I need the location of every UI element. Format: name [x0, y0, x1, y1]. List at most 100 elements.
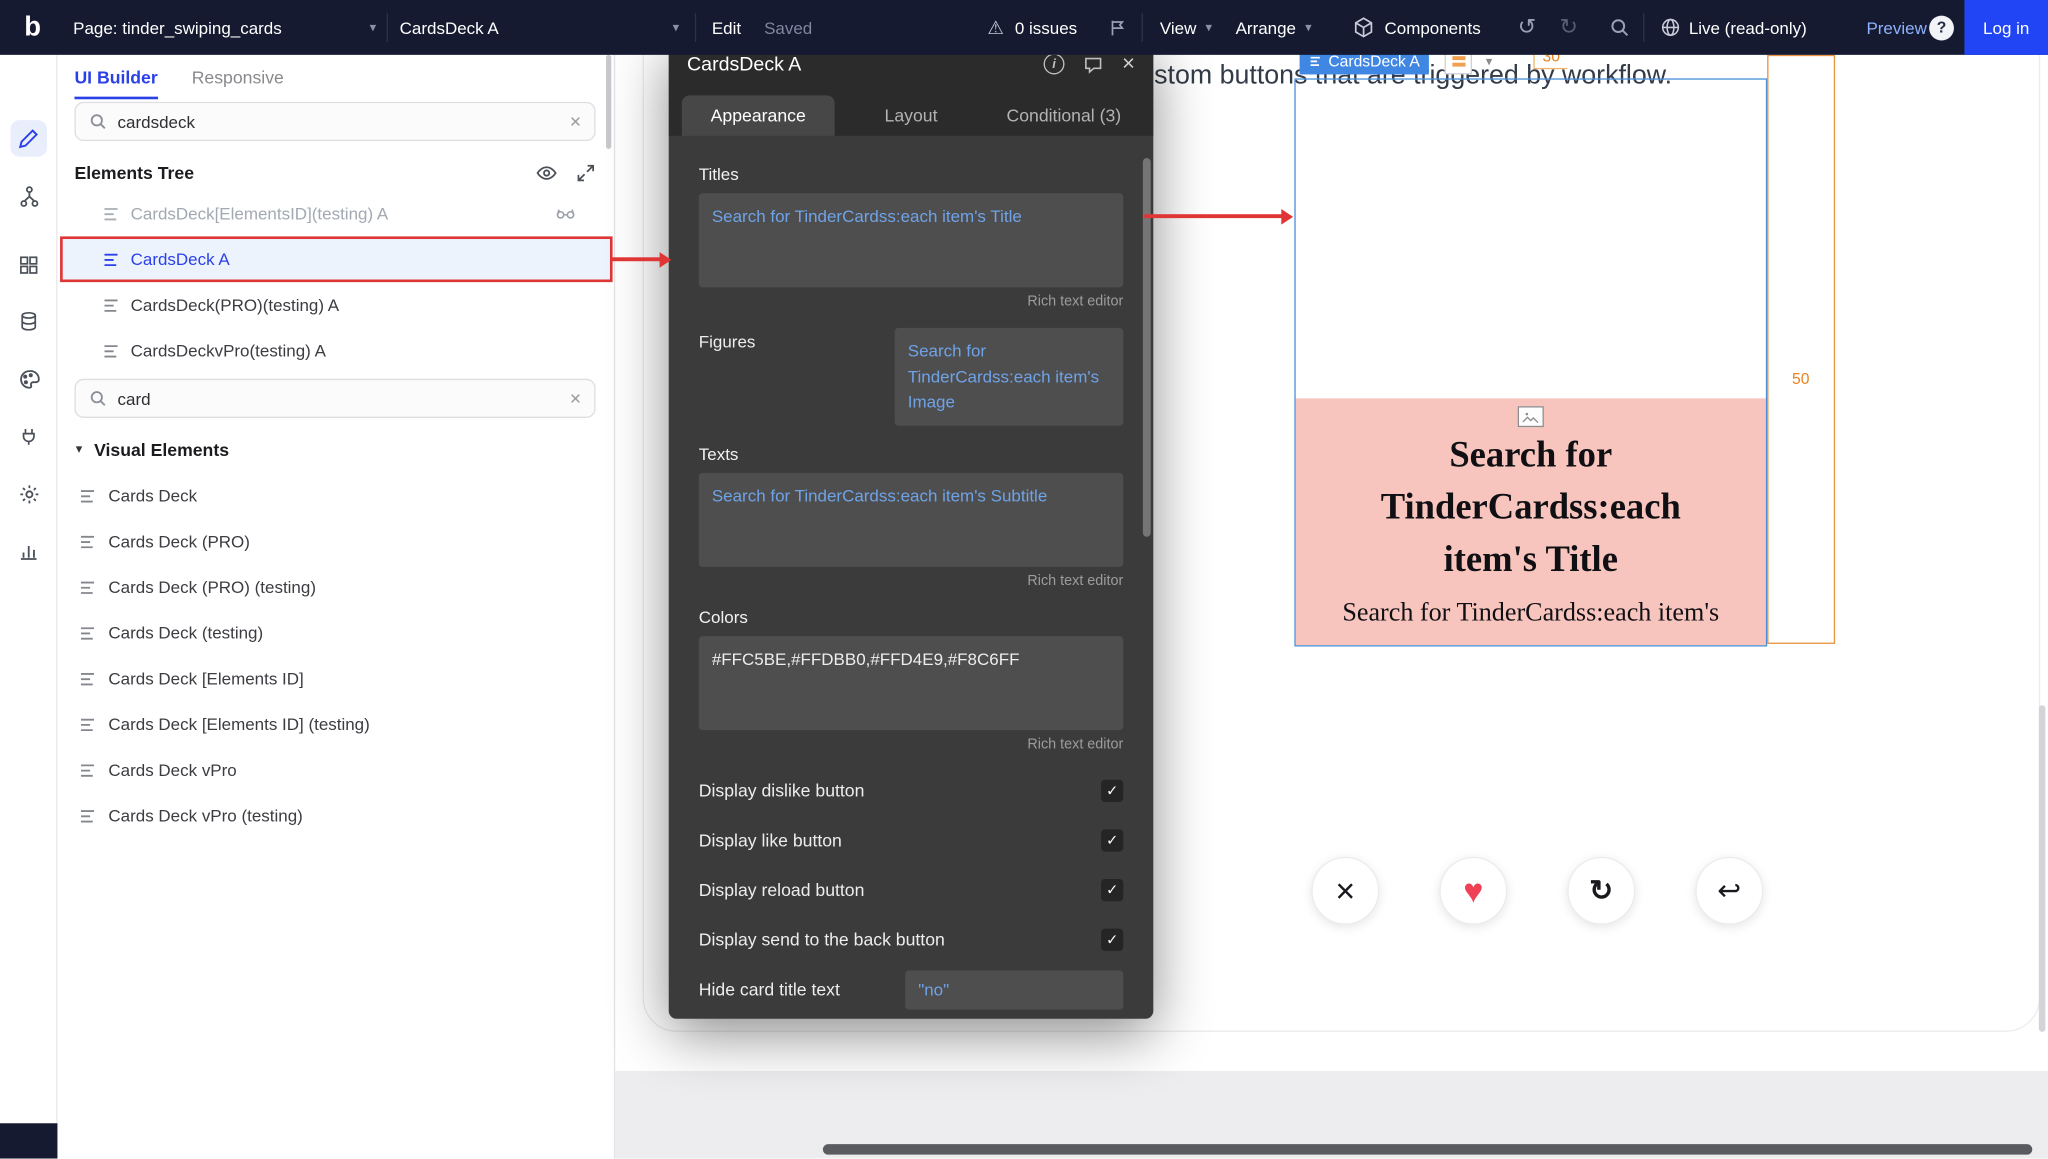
figures-label: Figures — [699, 328, 895, 425]
tab-ui-builder[interactable]: UI Builder — [74, 63, 157, 100]
tab-layout[interactable]: Layout — [835, 95, 988, 135]
elements-tree-title: Elements Tree — [74, 163, 535, 183]
tree-item-selected[interactable]: CardsDeck A — [60, 236, 612, 282]
plugins-tab[interactable] — [13, 421, 44, 452]
horizontal-scrollbar[interactable] — [823, 1144, 2032, 1154]
list-item-label: Cards Deck (PRO) (testing) — [108, 577, 316, 597]
grid-icon — [18, 255, 39, 276]
login-button[interactable]: Log in — [1964, 0, 2048, 55]
data-tab[interactable] — [13, 306, 44, 337]
tree-item-label: CardsDeck A — [131, 249, 230, 269]
colors-input[interactable]: #FFC5BE,#FFDBB0,#FFD4E9,#F8C6FF — [699, 635, 1123, 729]
design-tab[interactable] — [10, 120, 47, 157]
components-button[interactable]: Components — [1353, 0, 1481, 55]
list-item[interactable]: Cards Deck (PRO) (testing) — [57, 564, 615, 610]
arrange-menu-label: Arrange — [1236, 18, 1296, 38]
list-item[interactable]: Cards Deck [Elements ID] (testing) — [57, 701, 615, 747]
figures-input[interactable]: Search for TinderCardss:each item's Imag… — [895, 328, 1124, 425]
gear-icon — [18, 483, 40, 505]
divider — [695, 13, 696, 42]
list-item[interactable]: Cards Deck (PRO) — [57, 519, 615, 565]
eye-icon[interactable] — [536, 161, 558, 183]
element-icon — [78, 715, 96, 733]
send-to-back-button[interactable]: ↩ — [1695, 857, 1763, 925]
elements-search-input[interactable]: cardsdeck × — [74, 102, 595, 141]
reload-icon: ↻ — [1589, 874, 1613, 908]
element-selection-outline[interactable] — [1294, 78, 1767, 646]
search-value: cardsdeck — [118, 112, 560, 132]
tree-item[interactable]: CardsDeck(PRO)(testing) A — [57, 282, 615, 328]
tab-conditional[interactable]: Conditional (3) — [987, 95, 1140, 135]
property-editor-title: CardsDeck A — [687, 53, 1025, 75]
checkbox-checked[interactable]: ✓ — [1101, 928, 1123, 950]
list-item-label: Cards Deck [Elements ID] (testing) — [108, 714, 369, 734]
chart-icon — [18, 541, 39, 562]
help-button[interactable]: ? — [1929, 0, 1954, 55]
visual-elements-list: Cards Deck Cards Deck (PRO) Cards Deck (… — [57, 473, 615, 839]
comment-icon[interactable] — [1083, 54, 1104, 74]
plug-icon — [18, 426, 39, 447]
redo-button[interactable]: ↻ — [1560, 0, 1579, 55]
dislike-button[interactable]: × — [1311, 857, 1379, 925]
preview-button[interactable]: Preview — [1866, 0, 1926, 55]
tree-item[interactable]: CardsDeckvPro(testing) A — [57, 328, 615, 374]
tab-responsive[interactable]: Responsive — [192, 63, 284, 100]
tree-item[interactable]: CardsDeck[ElementsID](testing) A — [57, 191, 615, 237]
list-item[interactable]: Cards Deck vPro — [57, 747, 615, 793]
panel-scrollbar[interactable] — [606, 55, 611, 149]
info-icon[interactable]: i — [1044, 54, 1065, 75]
element-icon — [102, 250, 120, 268]
clear-icon[interactable]: × — [570, 387, 581, 409]
list-item[interactable]: Cards Deck (testing) — [57, 610, 615, 656]
list-item[interactable]: Cards Deck [Elements ID] — [57, 656, 615, 702]
checkbox-row: Display send to the back button ✓ — [699, 928, 1123, 950]
checkbox-checked[interactable]: ✓ — [1101, 779, 1123, 801]
question-icon: ? — [1929, 15, 1954, 40]
flag-icon[interactable] — [1108, 0, 1128, 55]
arrange-menu[interactable]: Arrange ▾ — [1236, 0, 1312, 55]
styles-tab[interactable] — [13, 363, 44, 394]
issues-indicator[interactable]: 0 issues — [1015, 0, 1077, 55]
rich-text-editor-link[interactable]: Rich text editor — [699, 573, 1123, 589]
library-search-input[interactable]: card × — [74, 379, 595, 418]
like-button[interactable]: ♥ — [1439, 857, 1507, 925]
checkbox-checked[interactable]: ✓ — [1101, 829, 1123, 851]
logs-tab[interactable] — [13, 536, 44, 567]
search-icon[interactable] — [1609, 0, 1630, 55]
list-item[interactable]: Cards Deck — [57, 473, 615, 519]
pencil-icon — [18, 128, 39, 149]
bubble-logo[interactable]: b — [13, 0, 52, 55]
checkbox-checked[interactable]: ✓ — [1101, 878, 1123, 900]
list-item-label: Cards Deck (PRO) — [108, 532, 250, 552]
edit-menu[interactable]: Edit — [712, 0, 741, 55]
page-selector[interactable]: Page: tinder_swiping_cards ▾ — [73, 0, 376, 55]
texts-input[interactable]: Search for TinderCardss:each item's Subt… — [699, 472, 1123, 566]
reload-button[interactable]: ↻ — [1567, 857, 1635, 925]
titles-input[interactable]: Search for TinderCardss:each item's Titl… — [699, 193, 1123, 287]
expand-icon[interactable] — [576, 163, 596, 183]
rich-text-editor-link[interactable]: Rich text editor — [699, 736, 1123, 752]
visual-elements-header[interactable]: ▾ Visual Elements — [76, 431, 229, 468]
environment-selector[interactable]: Live (read-only) — [1689, 0, 1807, 55]
view-menu[interactable]: View ▾ — [1160, 0, 1212, 55]
list-item[interactable]: Cards Deck vPro (testing) — [57, 793, 615, 839]
settings-tab[interactable] — [13, 478, 44, 509]
element-icon — [78, 578, 96, 596]
hidden-icon[interactable] — [555, 202, 576, 223]
undo-button[interactable]: ↺ — [1518, 0, 1537, 55]
property-input[interactable]: "no" — [905, 970, 1123, 1009]
search-icon — [89, 389, 107, 407]
layers-tab[interactable] — [13, 249, 44, 280]
search-icon — [89, 112, 107, 130]
rich-text-editor-link[interactable]: Rich text editor — [699, 294, 1123, 310]
tab-appearance[interactable]: Appearance — [682, 95, 835, 135]
element-selector[interactable]: CardsDeck A ▾ — [400, 0, 680, 55]
workflow-tab[interactable] — [13, 180, 44, 211]
clear-icon[interactable]: × — [570, 110, 581, 132]
vertical-scrollbar[interactable] — [2039, 705, 2046, 1032]
heart-icon: ♥ — [1463, 871, 1483, 911]
send-back-icon: ↩ — [1717, 874, 1741, 908]
element-badge-label: CardsDeck A — [1328, 52, 1419, 70]
components-label: Components — [1384, 18, 1480, 38]
checkbox-row: Display dislike button ✓ — [699, 779, 1123, 801]
